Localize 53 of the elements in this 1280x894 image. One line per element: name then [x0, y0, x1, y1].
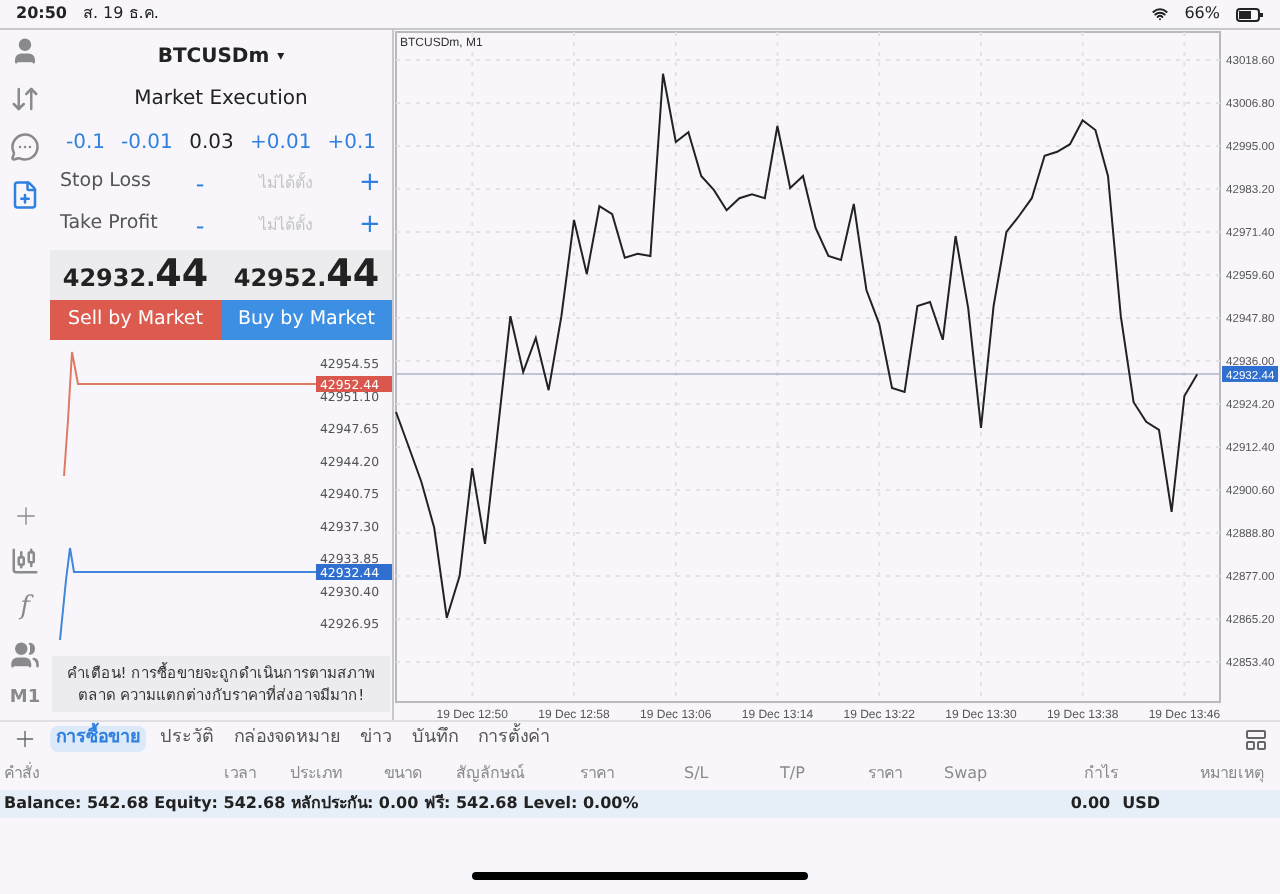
status-date: ส. 19 ธ.ค.: [82, 2, 159, 26]
ask-price: 42952.44: [231, 250, 382, 301]
currency-label: USD: [1122, 792, 1160, 816]
volume-step-button[interactable]: -0.01: [121, 127, 173, 157]
volume-step-button[interactable]: -0.1: [66, 127, 106, 157]
column-header: เวลา: [224, 763, 256, 781]
execution-type: Market Execution: [132, 85, 310, 113]
sell-button[interactable]: Sell by Market: [50, 300, 221, 340]
people-icon[interactable]: [10, 639, 40, 669]
bid-price: 42932.44: [60, 250, 211, 301]
column-header: คำสั่ง: [4, 763, 40, 781]
bottom-tab[interactable]: การตั้งค่า: [472, 725, 556, 753]
volume-step-button[interactable]: +0.01: [250, 127, 312, 157]
trade-arrows-icon[interactable]: [10, 84, 40, 114]
column-header: กำไร: [1084, 763, 1118, 781]
volume-step-button[interactable]: +0.1: [327, 127, 376, 157]
wifi-icon: [1152, 6, 1169, 22]
column-header: ราคา: [868, 763, 902, 781]
increase-button[interactable]: +: [358, 205, 382, 245]
column-header: ราคา: [580, 763, 614, 781]
status-time: 20:50: [16, 2, 67, 26]
symbol-title: BTCUSDm: [157, 43, 270, 71]
battery-percent: 66%: [1184, 2, 1220, 26]
bottom-tab[interactable]: ข่าว: [354, 725, 398, 753]
column-header: หมายเหตุ: [1200, 763, 1264, 781]
layout-icon[interactable]: [1244, 727, 1268, 751]
column-header: Swap: [944, 763, 988, 781]
candlestick-icon[interactable]: [10, 545, 40, 575]
battery-icon: [1236, 7, 1264, 21]
indicators-glyph[interactable]: f: [20, 591, 30, 623]
bottom-tab[interactable]: ประวัติ: [154, 725, 220, 753]
level-label: Take Profit: [60, 210, 160, 239]
buy-button[interactable]: Buy by Market: [221, 300, 392, 340]
chat-icon[interactable]: [10, 132, 40, 162]
column-header: ประเภท: [290, 763, 342, 781]
increase-button[interactable]: +: [358, 163, 382, 203]
column-header: S/L: [684, 763, 709, 781]
bottom-tab[interactable]: กล่องจดหมาย: [228, 725, 346, 753]
column-header: T/P: [780, 763, 805, 781]
add-icon[interactable]: [12, 726, 38, 752]
profit-value: 0.00: [1070, 792, 1111, 816]
new-order-icon[interactable]: [10, 180, 40, 210]
volume-value: 0.03: [188, 129, 235, 157]
column-header: ขนาด: [384, 763, 422, 781]
decrease-button[interactable]: -: [184, 207, 216, 243]
account-summary: Balance: 542.68 Equity: 542.68 หลักประกัน: 0.00 ฟรี: 542.68 Level: 0.00%: [4, 792, 639, 816]
column-header: สัญลักษณ์: [456, 763, 524, 781]
timeframe-button[interactable]: M1: [9, 685, 41, 712]
bottom-tab[interactable]: บันทึก: [406, 725, 464, 753]
level-label: Stop Loss: [60, 168, 153, 197]
account-icon[interactable]: [10, 36, 40, 66]
decrease-button[interactable]: -: [184, 165, 216, 201]
bottom-tab[interactable]: การซื้อขาย: [50, 725, 146, 753]
